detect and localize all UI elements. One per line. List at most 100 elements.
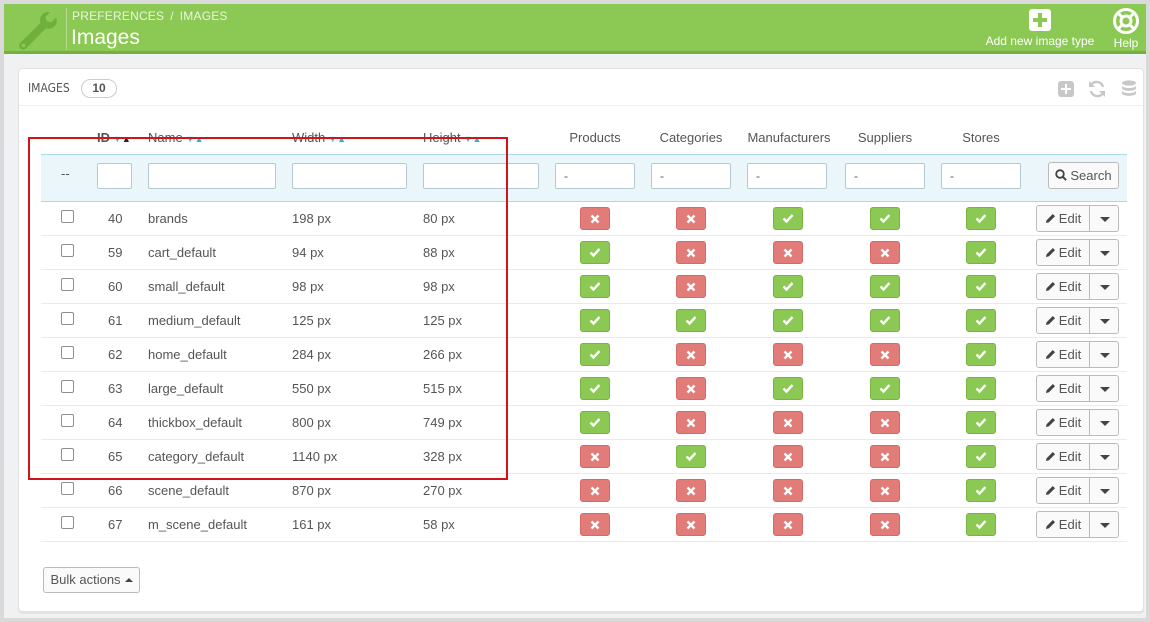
status-products-disabled[interactable] <box>580 513 610 536</box>
column-header-id[interactable]: ID ▼▲ <box>97 130 131 145</box>
status-categories-disabled[interactable] <box>676 207 706 230</box>
sort-asc-icon[interactable]: ▲ <box>195 134 204 144</box>
row-actions-dropdown[interactable] <box>1089 307 1119 334</box>
status-manufacturers-enabled[interactable] <box>773 377 803 400</box>
filter-products-select[interactable]: - <box>555 163 635 189</box>
breadcrumb-item-images[interactable]: IMAGES <box>180 9 228 23</box>
status-manufacturers-enabled[interactable] <box>773 275 803 298</box>
status-manufacturers-enabled[interactable] <box>773 309 803 332</box>
row-actions-dropdown[interactable] <box>1089 239 1119 266</box>
status-suppliers-enabled[interactable] <box>870 309 900 332</box>
edit-button[interactable]: Edit <box>1036 307 1090 334</box>
edit-button[interactable]: Edit <box>1036 409 1090 436</box>
edit-button[interactable]: Edit <box>1036 375 1090 402</box>
status-suppliers-disabled[interactable] <box>870 241 900 264</box>
status-products-enabled[interactable] <box>580 411 610 434</box>
status-suppliers-disabled[interactable] <box>870 479 900 502</box>
row-checkbox[interactable] <box>61 448 74 461</box>
status-manufacturers-disabled[interactable] <box>773 411 803 434</box>
edit-button[interactable]: Edit <box>1036 239 1090 266</box>
row-actions-dropdown[interactable] <box>1089 443 1119 470</box>
filter-name-input[interactable] <box>148 163 276 189</box>
sort-desc-icon[interactable]: ▼ <box>113 134 122 144</box>
column-header-height[interactable]: Height ▼▲ <box>423 130 481 145</box>
status-stores-enabled[interactable] <box>966 207 996 230</box>
status-categories-disabled[interactable] <box>676 377 706 400</box>
row-checkbox[interactable] <box>61 210 74 223</box>
search-button[interactable]: Search <box>1048 162 1119 189</box>
status-stores-enabled[interactable] <box>966 343 996 366</box>
row-checkbox[interactable] <box>61 482 74 495</box>
status-stores-enabled[interactable] <box>966 275 996 298</box>
status-categories-disabled[interactable] <box>676 479 706 502</box>
row-checkbox[interactable] <box>61 380 74 393</box>
status-categories-enabled[interactable] <box>676 445 706 468</box>
breadcrumb-item-preferences[interactable]: PREFERENCES <box>72 9 164 23</box>
refresh-icon[interactable] <box>1087 79 1107 99</box>
status-manufacturers-enabled[interactable] <box>773 207 803 230</box>
status-categories-disabled[interactable] <box>676 241 706 264</box>
status-categories-disabled[interactable] <box>676 343 706 366</box>
status-categories-disabled[interactable] <box>676 275 706 298</box>
filter-id-input[interactable] <box>97 163 132 189</box>
sort-desc-icon[interactable]: ▼ <box>464 134 473 144</box>
bulk-actions-button[interactable]: Bulk actions <box>43 567 140 593</box>
row-checkbox[interactable] <box>61 346 74 359</box>
filter-manufacturers-select[interactable]: - <box>747 163 827 189</box>
edit-button[interactable]: Edit <box>1036 341 1090 368</box>
status-products-enabled[interactable] <box>580 241 610 264</box>
status-products-disabled[interactable] <box>580 445 610 468</box>
row-actions-dropdown[interactable] <box>1089 205 1119 232</box>
database-icon[interactable] <box>1119 79 1139 99</box>
column-header-width[interactable]: Width ▼▲ <box>292 130 346 145</box>
status-suppliers-disabled[interactable] <box>870 411 900 434</box>
filter-stores-select[interactable]: - <box>941 163 1021 189</box>
filter-suppliers-select[interactable]: - <box>845 163 925 189</box>
row-checkbox[interactable] <box>61 516 74 529</box>
status-manufacturers-disabled[interactable] <box>773 343 803 366</box>
row-checkbox[interactable] <box>61 278 74 291</box>
row-checkbox[interactable] <box>61 244 74 257</box>
edit-button[interactable]: Edit <box>1036 511 1090 538</box>
status-suppliers-enabled[interactable] <box>870 207 900 230</box>
add-image-type-button[interactable]: Add new image type <box>982 8 1098 48</box>
help-button[interactable]: Help <box>1108 8 1144 50</box>
status-categories-disabled[interactable] <box>676 513 706 536</box>
filter-height-input[interactable] <box>423 163 539 189</box>
edit-button[interactable]: Edit <box>1036 443 1090 470</box>
status-products-enabled[interactable] <box>580 343 610 366</box>
status-suppliers-disabled[interactable] <box>870 513 900 536</box>
filter-categories-select[interactable]: - <box>651 163 731 189</box>
sort-desc-icon[interactable]: ▼ <box>186 134 195 144</box>
row-actions-dropdown[interactable] <box>1089 375 1119 402</box>
sort-desc-icon[interactable]: ▼ <box>328 134 337 144</box>
status-stores-enabled[interactable] <box>966 241 996 264</box>
status-products-disabled[interactable] <box>580 479 610 502</box>
status-suppliers-enabled[interactable] <box>870 275 900 298</box>
status-products-enabled[interactable] <box>580 275 610 298</box>
sort-asc-icon[interactable]: ▲ <box>473 134 482 144</box>
status-stores-enabled[interactable] <box>966 411 996 434</box>
status-suppliers-disabled[interactable] <box>870 445 900 468</box>
status-suppliers-disabled[interactable] <box>870 343 900 366</box>
row-actions-dropdown[interactable] <box>1089 511 1119 538</box>
status-products-disabled[interactable] <box>580 207 610 230</box>
filter-width-input[interactable] <box>292 163 407 189</box>
status-stores-enabled[interactable] <box>966 309 996 332</box>
status-stores-enabled[interactable] <box>966 377 996 400</box>
column-header-name[interactable]: Name ▼▲ <box>148 130 204 145</box>
row-actions-dropdown[interactable] <box>1089 409 1119 436</box>
status-products-enabled[interactable] <box>580 309 610 332</box>
status-products-enabled[interactable] <box>580 377 610 400</box>
status-categories-disabled[interactable] <box>676 411 706 434</box>
status-stores-enabled[interactable] <box>966 445 996 468</box>
status-suppliers-enabled[interactable] <box>870 377 900 400</box>
row-actions-dropdown[interactable] <box>1089 477 1119 504</box>
status-manufacturers-disabled[interactable] <box>773 241 803 264</box>
status-stores-enabled[interactable] <box>966 479 996 502</box>
add-icon[interactable] <box>1056 79 1076 99</box>
sort-asc-icon[interactable]: ▲ <box>122 134 131 144</box>
row-actions-dropdown[interactable] <box>1089 273 1119 300</box>
row-checkbox[interactable] <box>61 414 74 427</box>
row-checkbox[interactable] <box>61 312 74 325</box>
